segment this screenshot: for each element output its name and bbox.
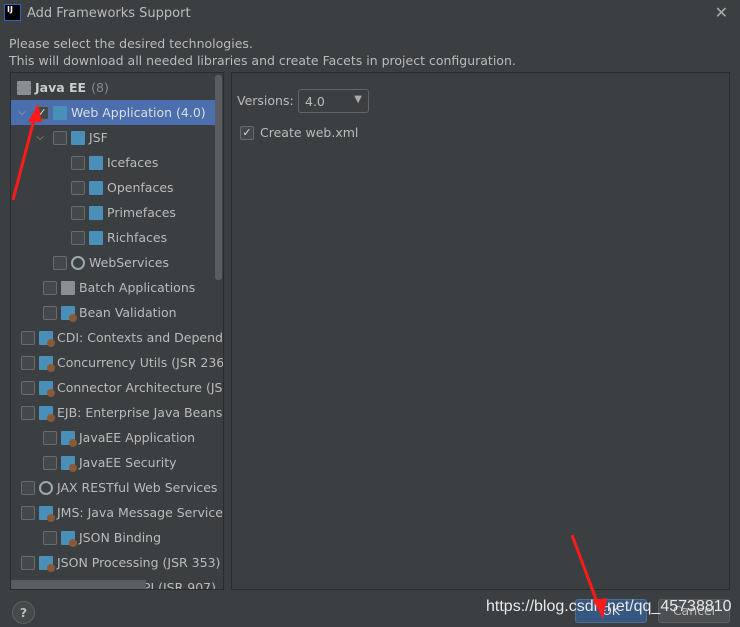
arrow-head bbox=[28, 104, 42, 122]
arrow-to-ok bbox=[570, 534, 602, 611]
annotation-arrows bbox=[11, 104, 607, 619]
arrow-to-web-application bbox=[11, 111, 38, 201]
arrow-head bbox=[593, 598, 607, 619]
